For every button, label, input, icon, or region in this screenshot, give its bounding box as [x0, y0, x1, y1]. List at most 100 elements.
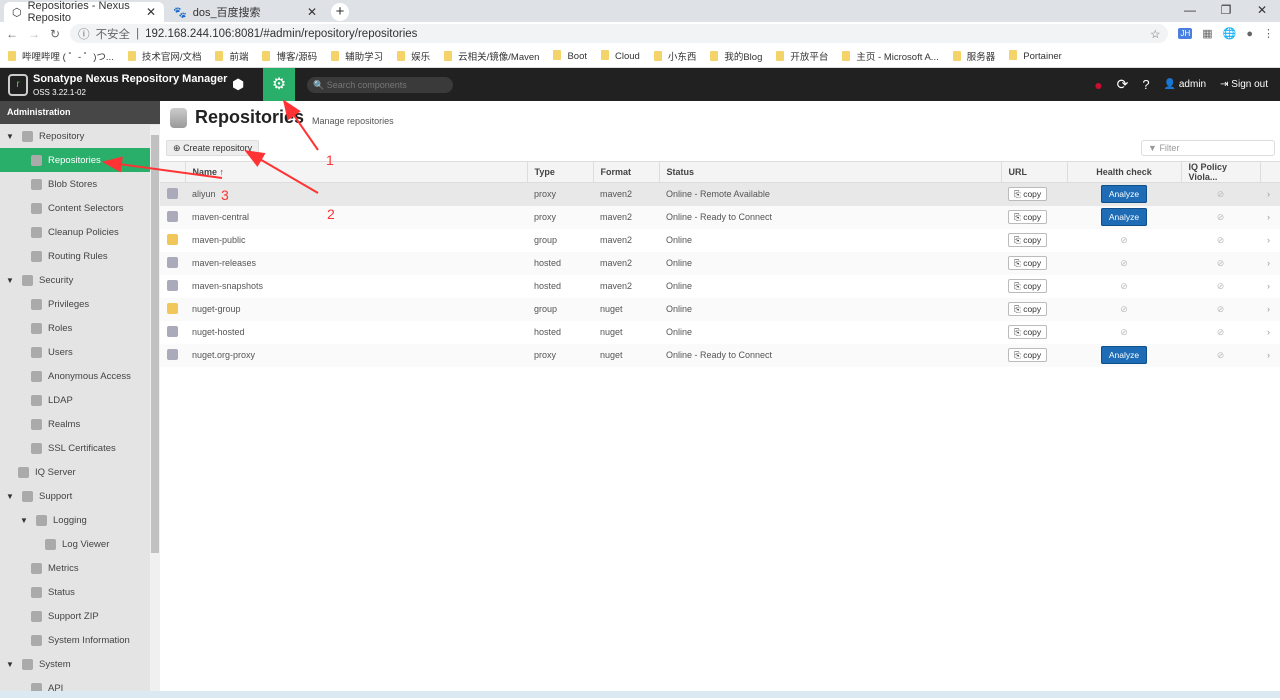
sidebar-item-iq-server[interactable]: IQ Server [0, 460, 150, 484]
bookmark-item[interactable]: 博客/源码 [262, 49, 317, 63]
star-icon[interactable]: ☆ [1150, 27, 1160, 41]
column-status[interactable]: Status [659, 161, 1002, 183]
alert-icon[interactable]: ● [1094, 77, 1102, 93]
expand-triangle-icon[interactable]: ▼ [6, 492, 16, 501]
copy-url-button[interactable]: ⎘ copy [1008, 209, 1048, 224]
sidebar-item-security[interactable]: ▼ Security [0, 268, 150, 292]
browse-cube-icon[interactable]: ⬢ [232, 76, 244, 93]
table-row[interactable]: aliyun proxy maven2 Online - Remote Avai… [160, 182, 1280, 206]
sidebar-item-users[interactable]: Users [0, 340, 150, 364]
globe-extension-icon[interactable]: 🌐 [1223, 27, 1237, 40]
close-tab-icon[interactable]: ✕ [307, 5, 317, 19]
profile-avatar-icon[interactable]: ● [1246, 28, 1253, 40]
expand-triangle-icon[interactable]: ▼ [20, 516, 30, 525]
refresh-icon[interactable]: ⟳ [1117, 76, 1129, 93]
expand-triangle-icon[interactable]: ▼ [6, 132, 16, 141]
browser-tab-baidu[interactable]: 🐾 dos_百度搜索 ✕ [165, 2, 325, 22]
table-row[interactable]: nuget.org-proxy proxy nuget Online - Rea… [160, 343, 1280, 367]
sidebar-item-status[interactable]: Status [0, 580, 150, 604]
chevron-right-icon[interactable]: › [1267, 350, 1270, 360]
copy-url-button[interactable]: ⎘ copy [1008, 347, 1048, 362]
bookmark-item[interactable]: Boot [553, 50, 587, 62]
copy-url-button[interactable]: ⎘ copy [1008, 278, 1048, 293]
jh-extension-icon[interactable]: JH [1178, 28, 1193, 39]
bookmark-item[interactable]: Cloud [601, 50, 640, 62]
administration-gear-button[interactable]: ⚙ [263, 68, 295, 101]
forward-icon[interactable]: → [28, 27, 40, 41]
sidebar-item-repository[interactable]: ▼ Repository [0, 124, 150, 148]
sidebar-item-ssl-certificates[interactable]: SSL Certificates [0, 436, 150, 460]
reload-icon[interactable]: ↻ [50, 27, 60, 41]
expand-triangle-icon[interactable]: ▼ [6, 660, 16, 669]
bookmark-item[interactable]: 云相关/镜像/Maven [444, 49, 539, 63]
table-row[interactable]: nuget-hosted hosted nuget Online ⎘ copy … [160, 321, 1280, 344]
copy-url-button[interactable]: ⎘ copy [1008, 324, 1048, 339]
bookmark-item[interactable]: 娱乐 [397, 49, 430, 63]
help-icon[interactable]: ? [1142, 77, 1149, 92]
sidebar-item-blob-stores[interactable]: Blob Stores [0, 172, 150, 196]
sidebar-item-cleanup-policies[interactable]: Cleanup Policies [0, 220, 150, 244]
expand-triangle-icon[interactable]: ▼ [6, 276, 16, 285]
column-url[interactable]: URL [1001, 161, 1068, 183]
copy-url-button[interactable]: ⎘ copy [1008, 186, 1048, 201]
bookmark-item[interactable]: 哔哩哔哩 ( ゜- ゜)つ... [8, 49, 114, 63]
sidebar-item-system[interactable]: ▼ System [0, 652, 150, 676]
bookmark-item[interactable]: 服务器 [953, 49, 996, 63]
sidebar-item-routing-rules[interactable]: Routing Rules [0, 244, 150, 268]
sidebar-item-metrics[interactable]: Metrics [0, 556, 150, 580]
minimize-icon[interactable]: — [1172, 0, 1208, 20]
bookmark-item[interactable]: 前端 [215, 49, 248, 63]
bookmark-item[interactable]: 辅助学习 [331, 49, 383, 63]
restore-icon[interactable]: ❐ [1208, 0, 1244, 20]
bookmark-item[interactable]: 主页 - Microsoft A... [842, 49, 938, 63]
analyze-button[interactable]: Analyze [1100, 346, 1148, 364]
back-icon[interactable]: ← [6, 27, 18, 41]
sidebar-item-support[interactable]: ▼ Support [0, 484, 150, 508]
chevron-right-icon[interactable]: › [1267, 235, 1270, 245]
table-row[interactable]: maven-snapshots hosted maven2 Online ⎘ c… [160, 275, 1280, 298]
user-button[interactable]: 👤 admin [1164, 79, 1206, 90]
sidebar-item-ldap[interactable]: LDAP [0, 388, 150, 412]
bookmark-item[interactable]: 技术官网/文档 [128, 49, 202, 63]
sidebar-item-anonymous-access[interactable]: Anonymous Access [0, 364, 150, 388]
column-health-check[interactable]: Health check [1067, 161, 1182, 183]
chevron-right-icon[interactable]: › [1267, 258, 1270, 268]
close-window-icon[interactable]: ✕ [1244, 0, 1280, 20]
column-iq-policy[interactable]: IQ Policy Viola... [1181, 161, 1261, 183]
sidebar-item-realms[interactable]: Realms [0, 412, 150, 436]
table-row[interactable]: maven-releases hosted maven2 Online ⎘ co… [160, 251, 1280, 275]
copy-url-button[interactable]: ⎘ copy [1008, 255, 1048, 270]
sidebar-item-log-viewer[interactable]: Log Viewer [0, 532, 150, 556]
sidebar-item-system-information[interactable]: System Information [0, 628, 150, 652]
chevron-right-icon[interactable]: › [1267, 304, 1270, 314]
sign-out-button[interactable]: ⇥ Sign out [1220, 79, 1268, 90]
sidebar-item-support-zip[interactable]: Support ZIP [0, 604, 150, 628]
copy-url-button[interactable]: ⎘ copy [1008, 301, 1048, 316]
chevron-right-icon[interactable]: › [1267, 189, 1270, 199]
table-row[interactable]: maven-public group maven2 Online ⎘ copy … [160, 229, 1280, 252]
filter-input[interactable]: ▼ Filter [1141, 140, 1275, 156]
analyze-button[interactable]: Analyze [1100, 185, 1148, 204]
sidebar-scrollbar[interactable] [150, 125, 160, 695]
sidebar-item-content-selectors[interactable]: Content Selectors [0, 196, 150, 220]
menu-dots-icon[interactable]: ⋮ [1263, 27, 1274, 40]
chevron-right-icon[interactable]: › [1267, 281, 1270, 291]
column-name[interactable]: Name ↑ [185, 161, 528, 183]
qr-extension-icon[interactable]: ▦ [1202, 27, 1212, 40]
browser-tab-nexus[interactable]: ⬡ Repositories - Nexus Reposito ✕ [4, 0, 164, 24]
sidebar-item-logging[interactable]: ▼ Logging [0, 508, 150, 532]
column-type[interactable]: Type [527, 161, 594, 183]
table-row[interactable]: nuget-group group nuget Online ⎘ copy ⊘ … [160, 297, 1280, 321]
bookmark-item[interactable]: 开放平台 [776, 49, 828, 63]
bookmark-item[interactable]: 小东西 [654, 49, 697, 63]
sidebar-item-repositories[interactable]: Repositories [0, 148, 150, 172]
analyze-button[interactable]: Analyze [1100, 208, 1148, 226]
chevron-right-icon[interactable]: › [1267, 327, 1270, 337]
url-field[interactable]: ⓘ 不安全 | 192.168.244.106:8081/#admin/reposit… [70, 24, 1169, 43]
chevron-right-icon[interactable]: › [1267, 212, 1270, 222]
create-repository-button[interactable]: ⊕ Create repository [166, 140, 260, 156]
bookmark-item[interactable]: Portainer [1009, 50, 1062, 62]
bookmark-item[interactable]: 我的Blog [710, 49, 762, 63]
sidebar-item-roles[interactable]: Roles [0, 316, 150, 340]
column-format[interactable]: Format [593, 161, 660, 183]
